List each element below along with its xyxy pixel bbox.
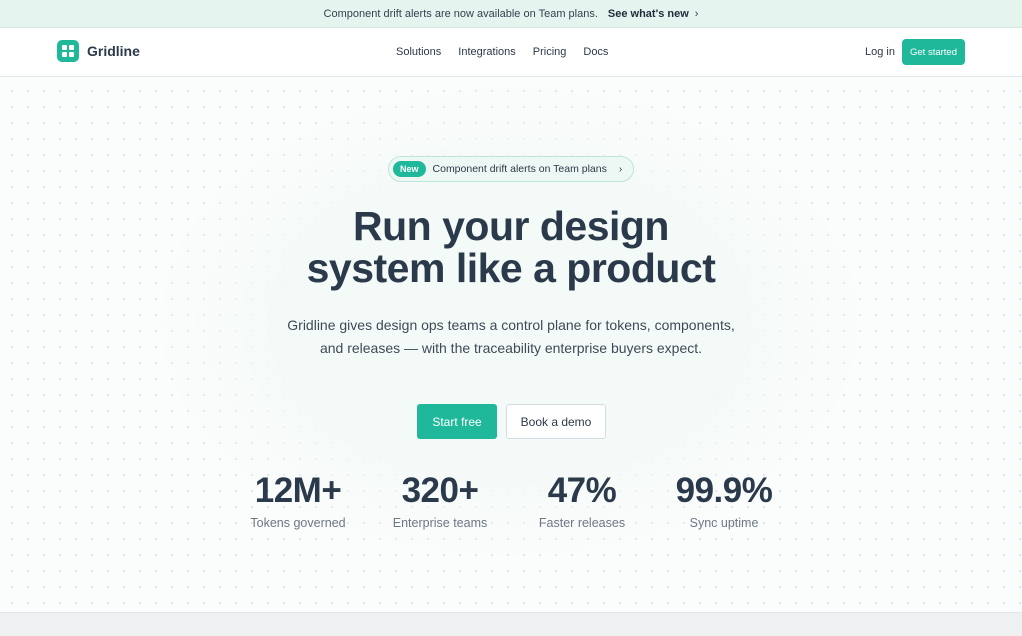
stat-uptime: 99.9% Sync uptime — [654, 471, 794, 530]
announcement-pill[interactable]: New Component drift alerts on Team plans… — [388, 156, 634, 182]
start-free-button[interactable]: Start free — [417, 404, 497, 439]
stat-releases: 47% Faster releases — [512, 471, 652, 530]
get-started-button[interactable]: Get started — [902, 39, 965, 65]
pill-text: Component drift alerts on Team plans — [432, 163, 607, 175]
stat-label: Tokens governed — [250, 516, 346, 530]
stat-value: 47% — [547, 471, 617, 510]
login-link[interactable]: Log in — [865, 46, 895, 58]
announcement-text: Component drift alerts are now available… — [323, 7, 598, 20]
top-navigation: Gridline Solutions Integrations Pricing … — [0, 28, 1022, 77]
grid-icon — [57, 40, 79, 62]
hero-section: New Component drift alerts on Team plans… — [0, 77, 1022, 612]
book-demo-button[interactable]: Book a demo — [506, 404, 606, 439]
brand-name: Gridline — [87, 43, 140, 59]
nav-menu: Solutions Integrations Pricing Docs — [396, 46, 608, 58]
headline-line-2: system like a product — [306, 245, 716, 291]
stat-label: Enterprise teams — [392, 516, 488, 530]
stat-tokens: 12M+ Tokens governed — [228, 471, 368, 530]
stat-teams: 320+ Enterprise teams — [370, 471, 510, 530]
announcement-bar: Component drift alerts are now available… — [0, 0, 1022, 28]
nav-item-docs[interactable]: Docs — [583, 46, 608, 58]
stat-value: 99.9% — [675, 471, 773, 510]
stat-value: 320+ — [401, 471, 479, 510]
see-whats-new-link[interactable]: See what's new — [608, 8, 689, 20]
stat-label: Faster releases — [538, 516, 626, 530]
brand-logo-link[interactable]: Gridline — [57, 40, 140, 62]
stat-value: 12M+ — [254, 471, 342, 510]
nav-item-pricing[interactable]: Pricing — [533, 46, 567, 58]
new-badge: New — [393, 161, 426, 177]
nav-item-integrations[interactable]: Integrations — [458, 46, 515, 58]
chevron-right-icon[interactable]: › — [695, 8, 699, 20]
next-section-edge — [0, 612, 1022, 636]
headline-line-1: Run your design — [353, 203, 669, 249]
nav-item-solutions[interactable]: Solutions — [396, 46, 441, 58]
chevron-right-icon: › — [618, 163, 623, 175]
stat-label: Sync uptime — [689, 516, 759, 530]
hero-headline: Run your design system like a product — [211, 205, 811, 289]
hero-subheadline: Gridline gives design ops teams a contro… — [287, 317, 735, 356]
